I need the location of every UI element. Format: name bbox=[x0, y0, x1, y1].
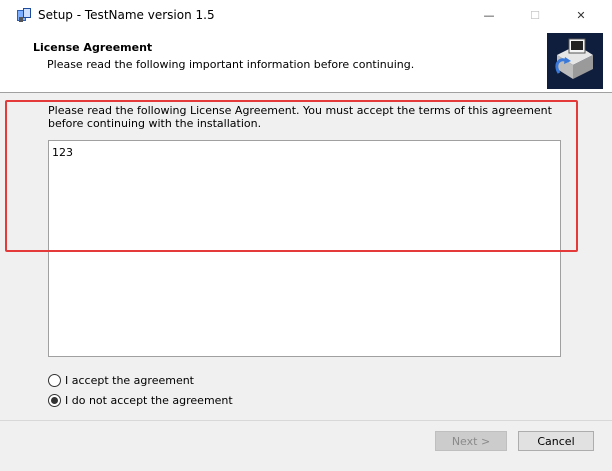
accept-agreement-option[interactable]: I accept the agreement bbox=[48, 372, 194, 388]
title-bar[interactable]: Setup - TestName version 1.5 — ☐ ✕ bbox=[0, 0, 612, 30]
maximize-button[interactable]: ☐ bbox=[512, 0, 558, 30]
decline-agreement-option[interactable]: I do not accept the agreement bbox=[48, 392, 233, 408]
decline-radio-button[interactable] bbox=[48, 393, 61, 407]
window-title: Setup - TestName version 1.5 bbox=[38, 8, 215, 22]
next-button[interactable]: Next > bbox=[435, 431, 507, 451]
minimize-button[interactable]: — bbox=[466, 0, 512, 30]
annotation-highlight-box bbox=[5, 100, 578, 252]
setup-window: Setup - TestName version 1.5 — ☐ ✕ Licen… bbox=[0, 0, 612, 471]
footer-separator bbox=[0, 420, 612, 421]
next-button-label: Next > bbox=[451, 434, 491, 448]
cancel-button-label: Cancel bbox=[537, 434, 575, 448]
cancel-button[interactable]: Cancel bbox=[518, 431, 594, 451]
close-icon: ✕ bbox=[576, 8, 586, 22]
page-subtitle: Please read the following important info… bbox=[47, 58, 415, 71]
header-separator bbox=[0, 92, 612, 93]
minimize-icon: — bbox=[483, 8, 495, 22]
maximize-icon: ☐ bbox=[530, 8, 540, 22]
decline-agreement-label: I do not accept the agreement bbox=[65, 393, 233, 407]
accept-radio-button[interactable] bbox=[48, 373, 61, 387]
accept-agreement-label: I accept the agreement bbox=[65, 373, 194, 387]
page-title: License Agreement bbox=[33, 41, 153, 54]
close-button[interactable]: ✕ bbox=[558, 0, 604, 30]
setup-app-icon bbox=[16, 7, 32, 23]
wizard-header: License Agreement Please read the follow… bbox=[0, 30, 612, 92]
installer-computer-icon bbox=[547, 33, 603, 89]
